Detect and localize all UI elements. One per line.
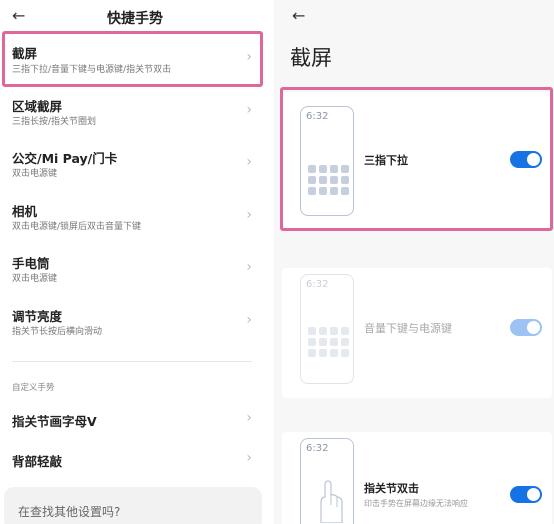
- item-subtitle: 双击电源键: [12, 274, 58, 284]
- item-title: 调节亮度: [12, 309, 63, 324]
- phone-illustration: 6:32: [300, 438, 354, 524]
- custom-gestures-label: 自定义手势: [12, 383, 55, 393]
- chevron-right-icon: ›: [246, 259, 252, 275]
- back-arrow-icon[interactable]: ←: [292, 8, 305, 24]
- chevron-right-icon: ›: [246, 450, 252, 466]
- gesture-item-region-screenshot[interactable]: 区域截屏 三指长按/指关节圈划 ›: [0, 92, 264, 136]
- gesture-item-mi-pay[interactable]: 公交/Mi Pay/门卡 双击电源键 ›: [0, 144, 264, 188]
- gesture-item-brightness[interactable]: 调节亮度 指关节长按后横向滑动 ›: [0, 302, 264, 346]
- option-label: 音量下键与电源键: [364, 322, 452, 335]
- chevron-right-icon: ›: [246, 207, 252, 223]
- volume-power-toggle[interactable]: [510, 319, 542, 336]
- section-divider: [12, 361, 252, 362]
- item-title: 相机: [12, 204, 38, 219]
- custom-item-back-tap[interactable]: 背部轻敲 ›: [0, 444, 264, 478]
- page-title: 截屏: [290, 46, 332, 70]
- item-subtitle: 指关节长按后横向滑动: [12, 327, 103, 337]
- left-header: ← 快捷手势: [0, 0, 270, 34]
- chevron-right-icon: ›: [246, 154, 252, 170]
- item-subtitle: 双击电源键/锁屏后双击音量下键: [12, 222, 142, 232]
- custom-item-knuckle-v[interactable]: 指关节画字母V ›: [0, 404, 264, 438]
- toggle-knob: [527, 321, 540, 334]
- search-prompt: 在查找其他设置吗?: [18, 505, 121, 519]
- gesture-item-flashlight[interactable]: 手电筒 双击电源键 ›: [0, 249, 264, 293]
- phone-illustration: 6:32: [300, 274, 354, 384]
- chevron-right-icon: ›: [246, 410, 252, 426]
- toggle-knob: [527, 488, 540, 501]
- knuckle-hand-icon: [320, 480, 343, 523]
- settings-search-suggestion[interactable]: 在查找其他设置吗?: [4, 487, 262, 524]
- item-title: 区域截屏: [12, 99, 63, 114]
- knuckle-toggle[interactable]: [510, 486, 542, 503]
- phone-time: 6:32: [306, 443, 329, 454]
- option-card-volume-power: 6:32 音量下键与电源键: [282, 268, 552, 398]
- item-title: 背部轻敲: [12, 454, 63, 469]
- item-subtitle: 双击电源键: [12, 169, 58, 179]
- highlight-frame: [2, 31, 263, 87]
- item-title: 手电筒: [12, 256, 50, 271]
- item-title: 指关节画字母V: [12, 414, 97, 429]
- option-label: 指关节双击: [364, 482, 419, 495]
- chevron-right-icon: ›: [246, 312, 252, 328]
- chevron-right-icon: ›: [246, 102, 252, 118]
- item-subtitle: 三指长按/指关节圈划: [12, 117, 97, 127]
- item-title: 公交/Mi Pay/门卡: [12, 151, 118, 166]
- left-panel: ← 快捷手势 截屏 三指下拉/音量下键与电源键/指关节双击 › 区域截屏 三指长…: [0, 0, 270, 524]
- gesture-item-camera[interactable]: 相机 双击电源键/锁屏后双击音量下键 ›: [0, 197, 264, 241]
- page-title: 快捷手势: [107, 11, 163, 27]
- right-panel: ← 截屏 6:32 三指下拉 6:32 音量下键与电源键 6:32 指关节双击 …: [274, 0, 554, 524]
- app-grid: [308, 327, 350, 357]
- option-card-knuckle-double-tap: 6:32 指关节双击 印击手势在屏幕边缘无法响应: [282, 432, 552, 524]
- option-subtitle: 印击手势在屏幕边缘无法响应: [364, 499, 468, 508]
- phone-time: 6:32: [306, 279, 329, 290]
- highlight-frame: [280, 87, 553, 231]
